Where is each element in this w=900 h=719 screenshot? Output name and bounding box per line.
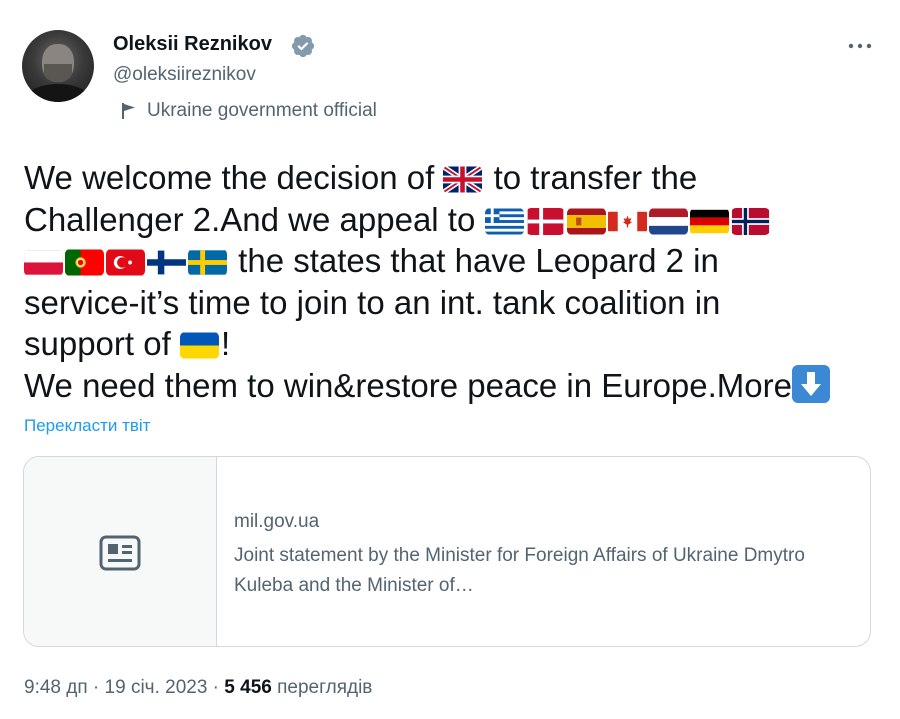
affiliation-text: Ukraine government official [147, 100, 377, 121]
flag-turkey-icon [106, 249, 145, 276]
card-description: Joint statement by the Minister for Fore… [234, 545, 805, 596]
flag-uk-icon [443, 166, 483, 193]
article-icon [99, 535, 141, 571]
translate-link[interactable]: Перекласти твіт [24, 416, 150, 436]
tweet-metadata: 9:48 дп · 19 січ. 2023 · 5 456 перегляді… [24, 677, 372, 699]
flag-germany-icon [689, 208, 729, 235]
tweet-text-segment: the states that have Leopard 2 in [229, 242, 719, 279]
flag-icon [122, 103, 135, 119]
views-count: 5 456 [224, 677, 272, 698]
flag-sweden-icon [188, 249, 227, 276]
tweet-time[interactable]: 9:48 дп [24, 677, 88, 698]
author-name[interactable]: Oleksii Reznikov [113, 33, 272, 56]
flag-finland-icon [147, 249, 186, 276]
flag-netherlands-icon [648, 208, 688, 235]
verified-badge-icon [291, 34, 315, 58]
flag-poland-icon [24, 249, 63, 276]
tweet-text-segment: ! [220, 325, 231, 362]
card-domain: mil.gov.ua [234, 511, 320, 532]
down-arrow-icon [791, 364, 830, 403]
tweet-text: We welcome the decision of to transfer t… [24, 157, 884, 406]
author-handle[interactable]: @oleksiireznikov [113, 64, 256, 86]
avatar[interactable] [22, 30, 94, 102]
card-thumbnail [24, 457, 217, 646]
affiliation-label: Ukraine government official [120, 99, 377, 123]
flag-spain-icon [566, 208, 606, 235]
flag-norway-icon [731, 207, 770, 235]
views-label: переглядів [271, 677, 373, 698]
flag-denmark-icon [526, 207, 565, 235]
link-card[interactable]: mil.gov.ua Joint statement by the Minist… [23, 456, 871, 647]
separator: · [207, 677, 225, 698]
flag-canada-icon [607, 208, 647, 235]
tweet-text-segment: We welcome the decision of [24, 159, 444, 196]
tweet-date[interactable]: 19 січ. 2023 [105, 677, 208, 698]
tweet-text-segment: service-it’s time to join to an int. tan… [24, 283, 721, 321]
flag-ukraine-icon [179, 332, 219, 359]
flag-portugal-icon [65, 249, 104, 276]
tweet-text-segment: to transfer the [484, 159, 698, 196]
tweet-text-segment: We need them to win&restore peace in Eur… [24, 366, 792, 404]
tweet-text-segment: support of [24, 325, 180, 362]
separator: · [87, 677, 105, 698]
flag-greece-icon [484, 208, 524, 235]
more-options-icon[interactable] [846, 36, 874, 56]
tweet-text-segment: Challenger 2.And we appeal to [24, 200, 485, 238]
